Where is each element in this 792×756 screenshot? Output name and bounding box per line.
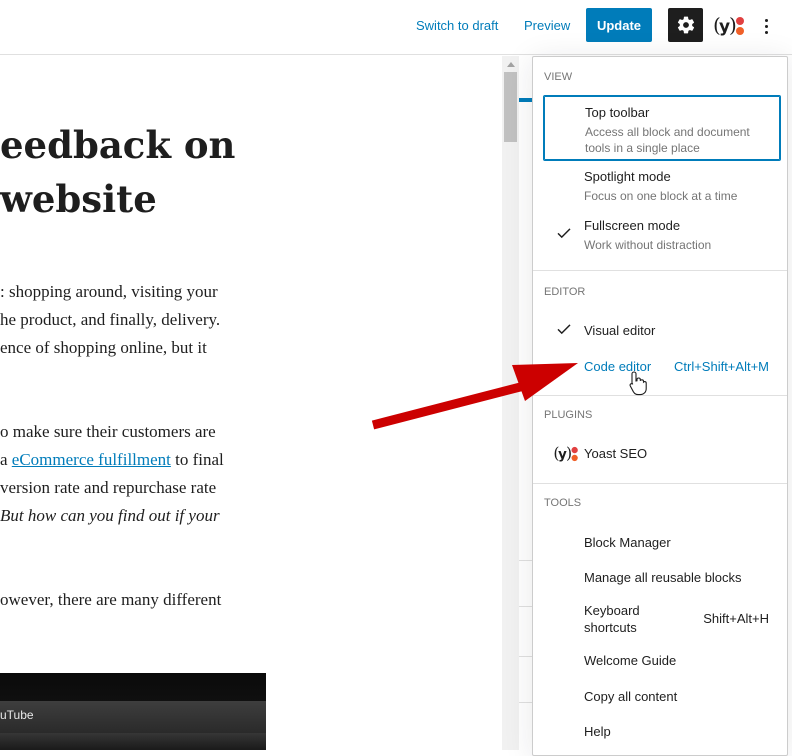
switch-to-draft-button[interactable]: Switch to draft xyxy=(416,18,498,33)
sidebar-active-tab-indicator xyxy=(519,98,533,102)
group-title-tools: Tools xyxy=(544,497,582,509)
gear-icon xyxy=(677,16,694,34)
editor-header: Switch to draft Preview Update ( y ) xyxy=(0,0,792,55)
post-title[interactable]: eedback on website xyxy=(0,118,235,226)
group-title-view: View xyxy=(544,71,573,83)
menu-item-yoast-seo[interactable]: ( y ) Yoast SEO xyxy=(543,436,781,472)
group-title-editor: Editor xyxy=(544,286,586,298)
paragraph-line[interactable]: version rate and repurchase rate xyxy=(0,474,216,502)
yoast-icon: ( y ) xyxy=(553,444,578,463)
video-label: uTube xyxy=(0,708,34,722)
more-vertical-icon xyxy=(764,18,768,22)
youtube-embed[interactable]: uTube xyxy=(0,673,266,750)
menu-item-welcome-guide[interactable]: Welcome Guide xyxy=(543,644,781,678)
menu-item-visual-editor[interactable]: Visual editor xyxy=(543,313,781,347)
menu-item-keyboard-shortcuts[interactable]: Keyboard shortcuts Shift+Alt+H xyxy=(543,595,781,643)
yoast-icon: ( y ) xyxy=(713,13,744,37)
ecommerce-fulfillment-link[interactable]: eCommerce fulfillment xyxy=(12,450,171,469)
menu-item-copy-all-content[interactable]: Copy all content xyxy=(543,680,781,714)
menu-item-help[interactable]: Help xyxy=(543,715,781,749)
paragraph-line[interactable]: he product, and finally, delivery. xyxy=(0,306,220,334)
paragraph-line[interactable]: ence of shopping online, but it xyxy=(0,334,207,362)
menu-item-block-manager[interactable]: Block Manager xyxy=(543,525,781,559)
paragraph-line[interactable]: owever, there are many different xyxy=(0,586,221,614)
paragraph-line[interactable]: But how can you find out if your xyxy=(0,502,220,530)
svg-text:): ) xyxy=(566,444,572,463)
scroll-up-icon[interactable] xyxy=(507,62,515,67)
group-title-plugins: Plugins xyxy=(544,409,593,421)
options-dropdown-menu: View Top toolbar Access all block and do… xyxy=(532,56,788,756)
yoast-toolbar-button[interactable]: ( y ) xyxy=(713,12,745,40)
check-icon xyxy=(557,228,571,239)
menu-item-top-toolbar[interactable]: Top toolbar Access all block and documen… xyxy=(543,95,781,161)
menu-item-manage-reusable-blocks[interactable]: Manage all reusable blocks xyxy=(543,560,781,594)
check-icon xyxy=(557,324,571,335)
menu-item-spotlight-mode[interactable]: Spotlight mode Focus on one block at a t… xyxy=(543,163,781,209)
scrollbar[interactable] xyxy=(502,56,519,750)
paragraph-line[interactable]: o make sure their customers are xyxy=(0,418,216,446)
svg-text:): ) xyxy=(729,13,737,37)
menu-item-code-editor[interactable]: Code editor Ctrl+Shift+Alt+M xyxy=(543,349,781,383)
settings-button[interactable] xyxy=(668,8,703,42)
preview-button[interactable]: Preview xyxy=(524,18,570,33)
scrollbar-thumb[interactable] xyxy=(504,72,517,142)
code-editor-shortcut: Ctrl+Shift+Alt+M xyxy=(673,359,769,374)
menu-item-fullscreen-mode[interactable]: Fullscreen mode Work without distraction xyxy=(543,212,781,258)
update-button[interactable]: Update xyxy=(586,8,652,42)
paragraph-line[interactable]: a eCommerce fulfillment to final xyxy=(0,446,224,474)
keyboard-shortcuts-shortcut: Shift+Alt+H xyxy=(703,611,769,626)
editor-canvas[interactable]: eedback on website : shopping around, vi… xyxy=(0,56,500,750)
options-menu-button[interactable] xyxy=(756,13,776,39)
paragraph-line[interactable]: : shopping around, visiting your xyxy=(0,278,218,306)
